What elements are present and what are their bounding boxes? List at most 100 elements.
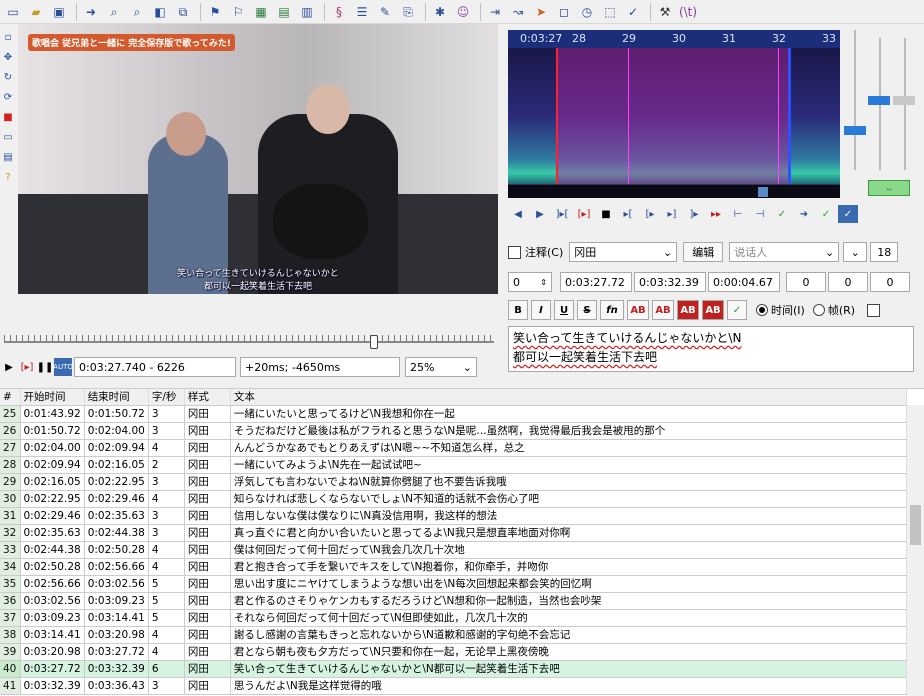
- play-icon[interactable]: ▶: [0, 358, 18, 376]
- table-row[interactable]: 25 0:01:43.92 0:01:50.72 3 冈田 一緒にいたいと思ってるけど\N…: [0, 405, 907, 423]
- edit-style-button[interactable]: 编辑: [683, 242, 724, 262]
- translate-icon[interactable]: ☰: [352, 2, 372, 22]
- stop-icon[interactable]: ■: [596, 205, 616, 223]
- pause-icon[interactable]: ❚❚: [36, 358, 54, 376]
- timing-icon[interactable]: ⇥: [485, 2, 505, 22]
- video-display[interactable]: 歌唱会 従兄弟と一緒に 完全保存版で歌ってみた! 笑い合って生きていけるんじゃな…: [18, 24, 498, 294]
- audio-spectrum-display[interactable]: 0:03:27 28 29 30 31 32 33: [508, 30, 840, 198]
- help-icon[interactable]: ?: [1, 170, 15, 184]
- audio-scrollbar[interactable]: [508, 184, 840, 198]
- play-line-icon[interactable]: [▸]: [574, 205, 594, 223]
- start-time-field[interactable]: 0:03:27.72: [560, 272, 632, 292]
- play-after-start-icon[interactable]: [▸: [640, 205, 660, 223]
- next-icon[interactable]: ➜: [794, 205, 814, 223]
- frame-radio[interactable]: [812, 304, 825, 316]
- layer-spinner[interactable]: 0 ⇕: [508, 272, 552, 292]
- col-header[interactable]: 样式: [184, 389, 231, 406]
- underline-button[interactable]: U: [554, 300, 574, 320]
- table-row[interactable]: 27 0:02:04.00 0:02:09.94 4 冈田 んんどうかなあでもとりあえずは…: [0, 439, 907, 457]
- play-before-end-icon[interactable]: ▸]: [662, 205, 682, 223]
- scale-tool-icon[interactable]: ■: [1, 110, 15, 124]
- font-button[interactable]: fn: [600, 300, 624, 320]
- check-icon[interactable]: ✓: [623, 2, 643, 22]
- italic-button[interactable]: I: [531, 300, 551, 320]
- table-row[interactable]: 38 0:03:14.41 0:03:20.98 4 冈田 謝るし感謝の言葉もきっと忘れな…: [0, 626, 907, 644]
- table-row[interactable]: 37 0:03:09.23 0:03:14.41 5 冈田 それなら何回だって何十回だって…: [0, 609, 907, 627]
- spellcheck-icon[interactable]: ⎘: [398, 2, 418, 22]
- grid-scrollbar[interactable]: [906, 405, 924, 696]
- zoom-in-icon[interactable]: ⌕: [104, 2, 124, 22]
- table-row[interactable]: 39 0:03:20.98 0:03:27.72 4 冈田 君となら朝も夜も夕方だって\N…: [0, 643, 907, 661]
- comment-checkbox[interactable]: [508, 245, 521, 259]
- table-row[interactable]: 36 0:03:02.56 0:03:09.23 5 冈田 君と作るのさそりゃケンカもする…: [0, 592, 907, 610]
- table-row[interactable]: 35 0:02:56.66 0:03:02.56 5 冈田 思い出す度にニヤけてしまうよう…: [0, 575, 907, 593]
- end-time-field[interactable]: 0:03:32.39: [634, 272, 706, 292]
- strikeout-button[interactable]: S: [577, 300, 597, 320]
- resample-icon[interactable]: ✎: [375, 2, 395, 22]
- link-icon[interactable]: ⎵: [868, 180, 910, 196]
- keyframe-save-icon[interactable]: ⚐: [228, 2, 248, 22]
- table-row[interactable]: 34 0:02:50.28 0:02:56.66 4 冈田 君と抱き合って手を繋いでキスを…: [0, 558, 907, 576]
- table-row[interactable]: 40 0:03:27.72 0:03:32.39 6 冈田 笑い合って生きていけるんじゃな…: [0, 660, 907, 678]
- commit-icon[interactable]: ✓: [772, 205, 792, 223]
- keyframe-icon[interactable]: ⚑: [205, 2, 225, 22]
- table-row[interactable]: 33 0:02:44.38 0:02:50.28 4 冈田 僕は何回だって何十回だって\N…: [0, 541, 907, 559]
- rotate-xy-icon[interactable]: ⟳: [1, 90, 15, 104]
- play-selection-icon[interactable]: ]▸[: [552, 205, 572, 223]
- audio-scroll-thumb[interactable]: [758, 187, 768, 197]
- auto-next-icon[interactable]: ✓: [838, 205, 858, 223]
- primary-color-button[interactable]: AB: [627, 300, 649, 320]
- jump-icon[interactable]: ➜: [81, 2, 101, 22]
- grid-scroll-thumb[interactable]: [910, 505, 921, 545]
- col-header[interactable]: 开始时间: [20, 389, 85, 406]
- duration-field[interactable]: 0:00:04.67: [708, 272, 780, 292]
- time-radio[interactable]: [756, 304, 768, 316]
- shift-icon[interactable]: ↝: [508, 2, 528, 22]
- prev-line-icon[interactable]: ◀: [508, 205, 528, 223]
- table-row[interactable]: 31 0:02:29.46 0:02:35.63 3 冈田 信用しないな僕は僕なりに\N真…: [0, 507, 907, 525]
- zoom-select[interactable]: 25% ⌄: [405, 357, 477, 377]
- margin-right-field[interactable]: 0: [828, 272, 868, 292]
- zoom-slider-thumb[interactable]: [844, 126, 866, 135]
- table-row[interactable]: 29 0:02:16.05 0:02:22.95 3 冈田 浮気しても言わないでよね\N就…: [0, 473, 907, 491]
- col-header[interactable]: #: [0, 389, 21, 406]
- style-select[interactable]: 冈田 ⌄: [569, 242, 678, 262]
- autoscroll-icon[interactable]: AUTO: [53, 358, 73, 376]
- table-row[interactable]: 30 0:02:22.95 0:02:29.46 4 冈田 知らなければ悲しくならないでし…: [0, 490, 907, 508]
- attach-icon[interactable]: ⧉: [173, 2, 193, 22]
- volume-slider-thumb[interactable]: [868, 96, 890, 105]
- play-icon[interactable]: ➤: [531, 2, 551, 22]
- grid-icon[interactable]: ▦: [251, 2, 271, 22]
- properties-icon[interactable]: §: [329, 2, 349, 22]
- save-icon[interactable]: ▣: [49, 2, 69, 22]
- secondary-color-button[interactable]: AB: [652, 300, 674, 320]
- vector-clip-icon[interactable]: ▤: [1, 150, 15, 164]
- col-header[interactable]: 字/秒: [148, 389, 185, 406]
- next-line-icon[interactable]: ▶: [530, 205, 550, 223]
- outline-color-button[interactable]: AB: [677, 300, 699, 320]
- zoom-out-icon[interactable]: ⌕: [127, 2, 147, 22]
- table-row[interactable]: 28 0:02:09.94 0:02:16.05 2 冈田 一緒にいてみようよ\N先在一起…: [0, 456, 907, 474]
- play-after-icon[interactable]: ]▸: [684, 205, 704, 223]
- selection-end-marker[interactable]: [788, 48, 791, 184]
- lead-in-icon[interactable]: ⊢: [728, 205, 748, 223]
- play-before-icon[interactable]: ▸[: [618, 205, 638, 223]
- rotate-z-icon[interactable]: ↻: [1, 70, 15, 84]
- commit-check-icon[interactable]: ✓: [727, 300, 747, 320]
- actor-select[interactable]: 说话人 ⌄: [729, 242, 840, 262]
- clip-tool-icon[interactable]: ▭: [1, 130, 15, 144]
- standard-tool-icon[interactable]: ▫: [1, 30, 15, 44]
- margin-left-field[interactable]: 0: [786, 272, 826, 292]
- automation-icon[interactable]: (\t): [678, 2, 698, 22]
- export-icon[interactable]: ☺: [453, 2, 473, 22]
- drag-tool-icon[interactable]: ✥: [1, 50, 15, 64]
- resolution-icon[interactable]: ⬚: [600, 2, 620, 22]
- subtitle-text-editor[interactable]: 笑い合って生きていけるんじゃないかと\N 都可以一起笑着生活下去吧: [508, 326, 914, 372]
- stop-icon[interactable]: ◻: [554, 2, 574, 22]
- style-manager-icon[interactable]: ▥: [297, 2, 317, 22]
- table-row[interactable]: 41 0:03:32.39 0:03:36.43 3 冈田 思うんだよ\N我是这样觉得的哦: [0, 677, 907, 695]
- seek-thumb[interactable]: [370, 335, 378, 349]
- snap-icon[interactable]: ◧: [150, 2, 170, 22]
- auto-commit-icon[interactable]: ✓: [816, 205, 836, 223]
- open-icon[interactable]: ▰: [26, 2, 46, 22]
